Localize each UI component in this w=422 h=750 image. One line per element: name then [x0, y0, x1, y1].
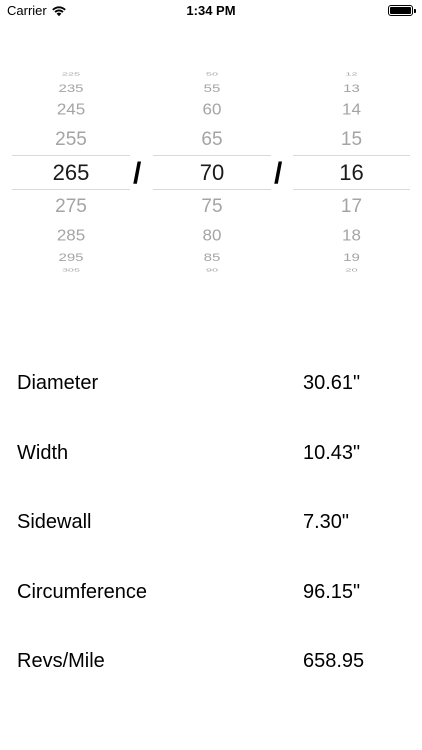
picker-option[interactable]: 20 [293, 267, 410, 272]
picker-option[interactable]: 225 [12, 71, 130, 76]
picker-option[interactable]: 295 [12, 251, 130, 264]
result-value: 10.43" [303, 441, 361, 464]
picker-option[interactable]: 55 [153, 82, 271, 95]
picker-column-aspect-ratio[interactable]: 50 55 60 65 70 75 80 85 90 [153, 66, 271, 276]
picker-option[interactable]: 19 [293, 251, 410, 264]
picker-column-width[interactable]: 225 235 245 255 265 275 285 295 305 [12, 66, 130, 276]
picker-option[interactable]: 13 [293, 82, 410, 95]
picker-option[interactable]: 17 [293, 196, 410, 218]
picker-selected-option[interactable]: 265 [12, 160, 130, 186]
result-row: Revs/Mile 658.95 [0, 650, 422, 680]
picker-option[interactable]: 75 [153, 196, 271, 218]
selection-line-top [12, 155, 130, 156]
result-value: 7.30" [303, 511, 350, 533]
result-row: Width 10.43" [0, 442, 422, 472]
picker-option[interactable]: 60 [153, 101, 271, 119]
result-label: Revs/Mile [17, 650, 105, 672]
picker-column-rim[interactable]: 12 13 14 15 16 17 18 19 20 [293, 66, 410, 276]
picker-option[interactable]: 18 [293, 227, 410, 245]
result-row: Circumference 96.15" [0, 581, 422, 611]
picker-option[interactable]: 50 [153, 71, 271, 76]
picker-option[interactable]: 14 [293, 101, 410, 119]
picker-option[interactable]: 305 [12, 267, 130, 272]
picker-option[interactable]: 275 [12, 196, 130, 218]
picker-option[interactable]: 245 [12, 101, 130, 119]
picker-option[interactable]: 12 [293, 71, 410, 76]
picker-option[interactable]: 15 [293, 129, 410, 151]
result-label: Diameter [17, 372, 99, 394]
selection-line-bottom [12, 189, 130, 190]
selection-line-top [153, 155, 271, 156]
picker-selected-option[interactable]: 16 [293, 160, 410, 186]
picker-option[interactable]: 90 [153, 267, 271, 272]
result-label: Sidewall [17, 511, 92, 533]
tire-size-picker[interactable]: 225 235 245 255 265 275 285 295 305 / 50 55 60 65 70… [0, 66, 422, 276]
battery-icon [388, 5, 416, 16]
result-row: Diameter 30.61" [0, 372, 422, 402]
status-time: 1:34 PM [186, 3, 236, 18]
selection-line-bottom [153, 189, 271, 190]
picker-separator: / [274, 157, 283, 190]
picker-separator: / [133, 157, 142, 190]
selection-line-top [293, 155, 410, 156]
picker-option[interactable]: 235 [12, 82, 130, 95]
result-value: 658.95 [303, 650, 365, 672]
result-value: 30.61" [303, 372, 361, 394]
picker-option[interactable]: 255 [12, 129, 130, 151]
picker-selected-option[interactable]: 70 [153, 160, 271, 186]
picker-option[interactable]: 80 [153, 227, 271, 245]
result-row: Sidewall 7.30" [0, 511, 422, 541]
result-label: Width [17, 441, 69, 464]
result-label: Circumference [17, 580, 148, 603]
status-bar: Carrier 1:34 PM [0, 0, 422, 22]
picker-option[interactable]: 285 [12, 227, 130, 245]
selection-line-bottom [293, 189, 410, 190]
picker-option[interactable]: 65 [153, 129, 271, 151]
picker-option[interactable]: 85 [153, 251, 271, 264]
result-value: 96.15" [303, 580, 361, 603]
